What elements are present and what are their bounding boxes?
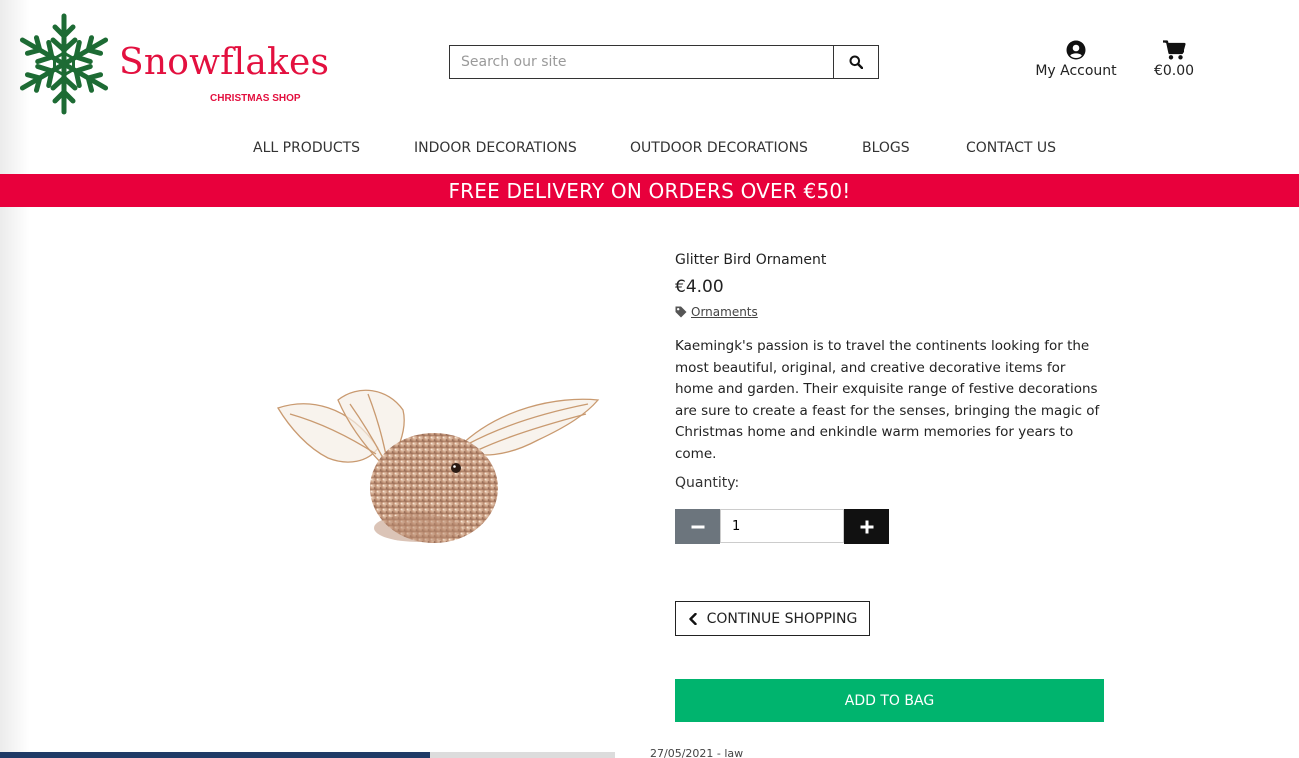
continue-shopping-label: CONTINUE SHOPPING: [706, 610, 858, 627]
my-account-label: My Account: [1035, 63, 1117, 79]
product-category: Ornaments: [675, 305, 1105, 319]
plus-icon: [860, 520, 873, 533]
nav-indoor-decorations[interactable]: INDOOR DECORATIONS: [414, 140, 577, 156]
increment-button[interactable]: [844, 509, 889, 544]
minus-icon: [691, 525, 704, 528]
continue-shopping-button[interactable]: CONTINUE SHOPPING: [675, 601, 870, 636]
tag-icon: [675, 306, 687, 318]
cart-link[interactable]: €0.00: [1148, 40, 1200, 79]
product-image: [268, 370, 608, 560]
add-to-bag-button[interactable]: ADD TO BAG: [675, 679, 1104, 722]
nav-outdoor-decorations[interactable]: OUTDOOR DECORATIONS: [630, 140, 808, 156]
nav-contact-us[interactable]: CONTACT US: [966, 140, 1056, 156]
quantity-stepper: [675, 509, 889, 544]
brand-name: Snowflakes: [119, 42, 330, 83]
chevron-left-icon: [688, 612, 697, 625]
quantity-input[interactable]: [720, 509, 844, 543]
product-description: Kaemingk's passion is to travel the cont…: [675, 338, 1100, 462]
free-delivery-banner: FREE DELIVERY ON ORDERS OVER €50!: [0, 174, 1299, 207]
glitter-bird-image: [277, 389, 600, 543]
search-input[interactable]: [450, 46, 834, 78]
decrement-button[interactable]: [675, 509, 720, 544]
search-form: [449, 45, 879, 79]
search-button[interactable]: [834, 46, 878, 78]
quantity-label: Quantity:: [675, 475, 740, 491]
nav-all-products[interactable]: ALL PRODUCTS: [253, 140, 360, 156]
search-icon: [849, 55, 863, 69]
background-window-text: 27/05/2021 - law: [650, 747, 744, 758]
my-account-link[interactable]: My Account: [1030, 40, 1122, 79]
user-circle-icon: [1066, 40, 1086, 60]
category-link[interactable]: Ornaments: [691, 305, 758, 319]
snowflake-icon: [18, 13, 112, 116]
cart-total: €0.00: [1153, 63, 1195, 79]
background-window-grey-bar: [430, 752, 615, 758]
background-window-dark-bar: [0, 752, 430, 758]
logo[interactable]: Snowflakes CHRISTMAS SHOP: [18, 12, 329, 116]
shopping-cart-icon: [1162, 40, 1186, 60]
product-name: Glitter Bird Ornament: [675, 252, 827, 268]
product-price: €4.00: [675, 277, 724, 297]
brand-tagline: CHRISTMAS SHOP: [210, 93, 301, 104]
nav-blogs[interactable]: BLOGS: [862, 140, 910, 156]
product-details: Glitter Bird Ornament €4.00 Ornaments Ka…: [675, 252, 1105, 466]
